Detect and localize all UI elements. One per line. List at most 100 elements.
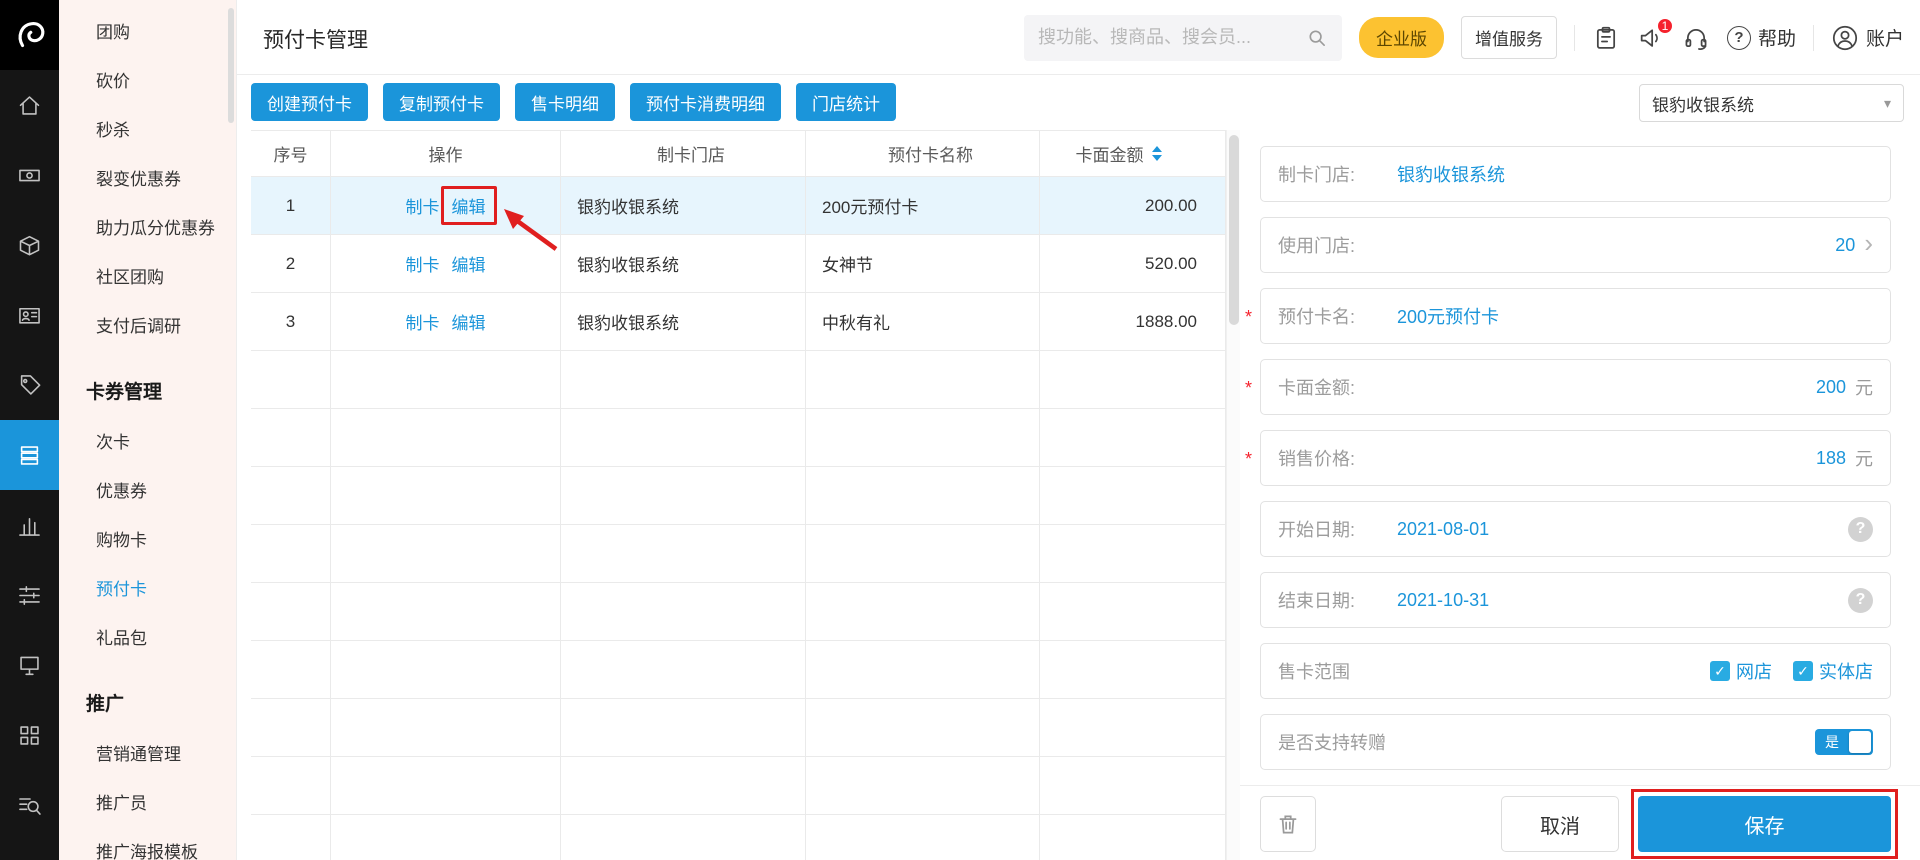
checkbox-checked-icon: ✓ xyxy=(1710,661,1730,681)
sidebar-section-13: 推广 xyxy=(59,677,236,728)
field-box-7[interactable]: 售卡范围✓网店✓实体店 xyxy=(1260,643,1891,699)
column-header-0[interactable]: 序号 xyxy=(251,130,331,177)
sidebar-menu: 团购砍价秒杀裂变优惠券助力瓜分优惠券社区团购支付后调研卡券管理次卡优惠券购物卡预… xyxy=(59,6,236,860)
help-circle-icon[interactable]: ? xyxy=(1848,517,1873,542)
op-edit-link-highlighted[interactable]: 编辑 xyxy=(452,193,486,218)
toolbar-button-1[interactable]: 复制预付卡 xyxy=(383,83,500,121)
op-make-card-link[interactable]: 制卡 xyxy=(406,251,440,276)
sidebar-item-5[interactable]: 社区团购 xyxy=(59,251,236,300)
toggle-switch[interactable]: 是 xyxy=(1815,729,1873,755)
sidebar-item-2[interactable]: 秒杀 xyxy=(59,104,236,153)
rail-item-cards[interactable] xyxy=(0,420,59,490)
sidebar-item-6[interactable]: 支付后调研 xyxy=(59,300,236,349)
coupon-icon xyxy=(16,372,43,399)
rail-item-search-list[interactable] xyxy=(0,770,59,840)
rail-item-package[interactable] xyxy=(0,210,59,280)
account-button[interactable]: 账户 xyxy=(1831,24,1904,52)
checkbox-option-0[interactable]: ✓网店 xyxy=(1710,658,1772,684)
sidebar-item-0[interactable]: 团购 xyxy=(59,6,236,55)
sidebar-item-4[interactable]: 助力瓜分优惠券 xyxy=(59,202,236,251)
field-box-6[interactable]: 结束日期:2021-10-31? xyxy=(1260,572,1891,628)
vertical-scrollbar[interactable] xyxy=(1226,130,1240,860)
column-header-4[interactable]: 卡面金额 xyxy=(1040,130,1226,177)
terminal-icon xyxy=(16,652,43,679)
form-field-3: *卡面金额:200元 xyxy=(1260,359,1891,415)
field-box-2[interactable]: 预付卡名:200元预付卡 xyxy=(1260,288,1891,344)
field-box-4[interactable]: 销售价格:188元 xyxy=(1260,430,1891,486)
table-empty-row xyxy=(251,815,1226,860)
page-title: 预付卡管理 xyxy=(263,24,368,54)
table-empty-row xyxy=(251,467,1226,525)
column-header-3[interactable]: 预付卡名称 xyxy=(806,130,1040,177)
toolbar-button-4[interactable]: 门店统计 xyxy=(796,83,896,121)
sidebar-item-3[interactable]: 裂变优惠券 xyxy=(59,153,236,202)
sidebar-item-14[interactable]: 营销通管理 xyxy=(59,728,236,777)
table-row-2[interactable]: 2制卡编辑银豹收银系统女神节520.00 xyxy=(251,235,1226,293)
sidebar-item-12[interactable]: 礼品包 xyxy=(59,612,236,661)
op-edit-link[interactable]: 编辑 xyxy=(452,251,486,276)
rail-item-apps[interactable] xyxy=(0,700,59,770)
sidebar-item-11-active[interactable]: 预付卡 xyxy=(59,563,236,612)
rail-item-home[interactable] xyxy=(0,70,59,140)
save-button[interactable]: 保存 xyxy=(1638,796,1891,852)
sidebar-item-10[interactable]: 购物卡 xyxy=(59,514,236,563)
store-select[interactable]: 银豹收银系统 ▾ xyxy=(1639,84,1904,122)
sliders-icon xyxy=(16,582,43,609)
rail-item-member-card[interactable] xyxy=(0,280,59,350)
sidebar-item-15[interactable]: 推广员 xyxy=(59,777,236,826)
table-header-row: 序号操作制卡门店预付卡名称卡面金额 xyxy=(251,130,1226,177)
value-added-services-button[interactable]: 增值服务 xyxy=(1461,16,1557,59)
announcement-icon[interactable]: 1 xyxy=(1637,24,1665,52)
cell-ops: 制卡编辑 xyxy=(331,177,561,235)
enterprise-badge[interactable]: 企业版 xyxy=(1359,17,1444,58)
sort-icon[interactable] xyxy=(1152,146,1162,161)
app-logo[interactable] xyxy=(0,0,59,70)
search-list-icon xyxy=(16,792,43,819)
field-box-3[interactable]: 卡面金额:200元 xyxy=(1260,359,1891,415)
table-empty-row xyxy=(251,351,1226,409)
cancel-button[interactable]: 取消 xyxy=(1501,796,1619,852)
rail-item-sliders[interactable] xyxy=(0,560,59,630)
column-header-1[interactable]: 操作 xyxy=(331,130,561,177)
help-circle-icon[interactable]: ? xyxy=(1848,588,1873,613)
rail-item-chart[interactable] xyxy=(0,490,59,560)
checkbox-option-1[interactable]: ✓实体店 xyxy=(1793,658,1873,684)
field-value: 20 xyxy=(1835,235,1855,256)
field-box-1[interactable]: 使用门店:20› xyxy=(1260,217,1891,273)
rail-item-terminal[interactable] xyxy=(0,630,59,700)
help-button[interactable]: ? 帮助 xyxy=(1727,24,1796,51)
field-box-5[interactable]: 开始日期:2021-08-01? xyxy=(1260,501,1891,557)
sidebar-item-1[interactable]: 砍价 xyxy=(59,55,236,104)
field-box-8[interactable]: 是否支持转赠是 xyxy=(1260,714,1891,770)
op-make-card-link[interactable]: 制卡 xyxy=(406,193,440,218)
clipboard-icon[interactable] xyxy=(1592,24,1620,52)
toolbar-button-0[interactable]: 创建预付卡 xyxy=(251,83,368,121)
search-icon[interactable] xyxy=(1306,27,1328,49)
app-sidebar: 团购砍价秒杀裂变优惠券助力瓜分优惠券社区团购支付后调研卡券管理次卡优惠券购物卡预… xyxy=(59,0,237,860)
column-header-2[interactable]: 制卡门店 xyxy=(561,130,806,177)
table-row-1[interactable]: 1制卡编辑银豹收银系统200元预付卡200.00 xyxy=(251,177,1226,235)
table-row-3[interactable]: 3制卡编辑银豹收银系统中秋有礼1888.00 xyxy=(251,293,1226,351)
question-icon: ? xyxy=(1727,26,1751,50)
headset-support-icon[interactable] xyxy=(1682,24,1710,52)
sidebar-item-16[interactable]: 推广海报模板 xyxy=(59,826,236,860)
rail-item-coupon[interactable] xyxy=(0,350,59,420)
chevron-right-icon: › xyxy=(1864,230,1873,256)
toolbar-button-2[interactable]: 售卡明细 xyxy=(515,83,615,121)
sidebar-item-9[interactable]: 优惠券 xyxy=(59,465,236,514)
user-icon xyxy=(1831,24,1859,52)
op-make-card-link[interactable]: 制卡 xyxy=(406,309,440,334)
op-edit-link[interactable]: 编辑 xyxy=(452,309,486,334)
vertical-scrollbar-thumb[interactable] xyxy=(1229,135,1239,325)
field-value: 200 xyxy=(1816,377,1846,398)
delete-button[interactable] xyxy=(1260,796,1316,852)
rail-item-finance[interactable] xyxy=(0,140,59,210)
field-value: 200元预付卡 xyxy=(1397,303,1499,329)
toolbar-button-3[interactable]: 预付卡消费明细 xyxy=(630,83,781,121)
search-input[interactable] xyxy=(1038,27,1306,48)
sidebar-item-8[interactable]: 次卡 xyxy=(59,416,236,465)
field-box-0[interactable]: 制卡门店:银豹收银系统 xyxy=(1260,146,1891,202)
form-field-4: *销售价格:188元 xyxy=(1260,430,1891,486)
sidebar-scrollbar-thumb[interactable] xyxy=(228,8,234,123)
field-value: 188 xyxy=(1816,448,1846,469)
